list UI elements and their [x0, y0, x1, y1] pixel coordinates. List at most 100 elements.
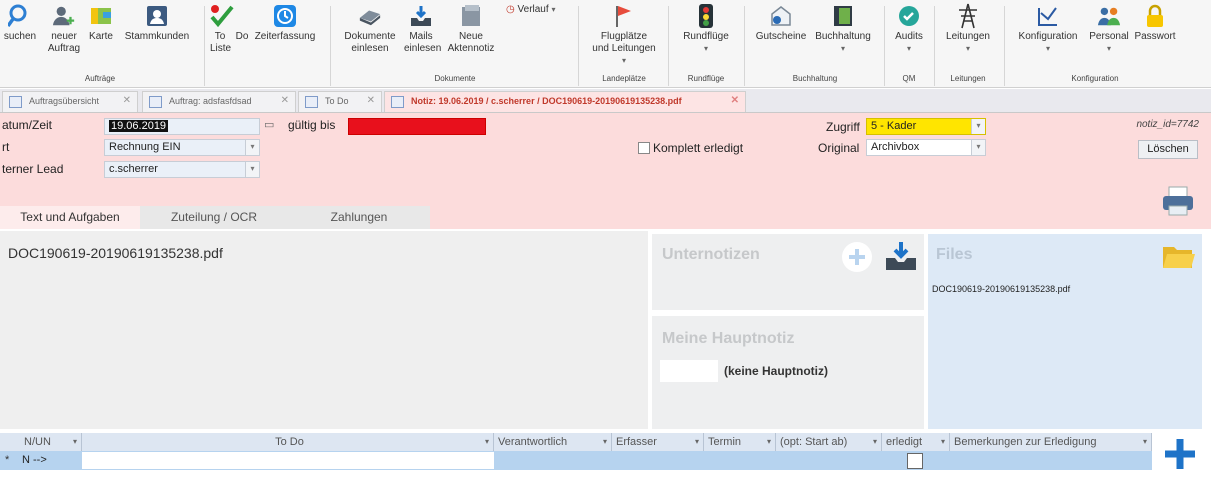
tab-notiz[interactable]: Notiz: 19.06.2019 / c.scherrer / DOC1906…	[384, 91, 746, 112]
files-title: Files	[936, 246, 973, 263]
mails-einlesen-button[interactable]: Mails einlesen	[404, 4, 441, 55]
close-icon[interactable]: ✕	[367, 95, 375, 106]
original-select[interactable]: Archivbox ▾	[866, 139, 986, 156]
tab-auftragsuebersicht[interactable]: Auftragsübersicht ✕	[2, 91, 138, 112]
todo-liste-button[interactable]: To Liste	[210, 4, 234, 55]
zugriff-select[interactable]: 5 - Kader ▾	[866, 118, 986, 135]
filter-dropdown-icon[interactable]: ▾	[1143, 433, 1147, 451]
column-header-nun[interactable]: N/UN ▾	[20, 433, 82, 451]
chevron-down-icon[interactable]: ▾	[971, 119, 985, 134]
people-icon	[1097, 4, 1121, 28]
leitungen-button[interactable]: Leitungen ▾	[940, 3, 996, 55]
column-header-erledigt[interactable]: erledigt ▾	[882, 433, 950, 451]
column-header-todo[interactable]: To Do ▾	[82, 433, 494, 451]
settings-chart-icon	[1036, 4, 1060, 28]
calendar-icon[interactable]: ▭	[264, 118, 274, 131]
hauptnotiz-swatch	[660, 360, 718, 382]
dokumente-einlesen-button[interactable]: Dokumente einlesen	[340, 4, 400, 55]
konfiguration-button[interactable]: Konfiguration ▾	[1012, 4, 1084, 55]
verlauf-button[interactable]: ◷ Verlauf ▾	[506, 4, 570, 16]
hauptnotiz-value: (keine Hauptnotiz)	[724, 364, 828, 378]
document-icon	[9, 96, 22, 108]
add-unternotiz-icon[interactable]	[842, 242, 872, 272]
gueltig-bis-field[interactable]	[348, 118, 486, 135]
close-icon[interactable]: ✕	[123, 95, 131, 106]
map-icon	[89, 4, 113, 28]
column-header-erfasser[interactable]: Erfasser ▾	[612, 433, 704, 451]
chevron-down-icon[interactable]: ▾	[971, 140, 985, 155]
passwort-button[interactable]: Passwort	[1132, 4, 1178, 43]
group-label-dokumente: Dokumente	[434, 74, 476, 83]
checkmark-icon	[210, 4, 234, 28]
close-icon[interactable]: ✕	[731, 95, 739, 106]
add-user-icon	[52, 4, 76, 28]
chevron-down-icon[interactable]: ▾	[245, 162, 259, 177]
column-header-termin[interactable]: Termin ▾	[704, 433, 776, 451]
gutscheine-button[interactable]: Gutscheine	[752, 4, 810, 43]
printer-icon[interactable]	[1160, 185, 1196, 217]
erledigt-checkbox[interactable]	[907, 453, 923, 469]
subtab-zahlungen[interactable]: Zahlungen	[288, 206, 430, 229]
personal-button[interactable]: Personal ▾	[1086, 4, 1132, 55]
ribbon-separator	[884, 6, 885, 86]
todo-cell-input[interactable]	[82, 452, 494, 469]
datum-field[interactable]: 19.06.2019	[104, 118, 260, 135]
zeiterfassung-button[interactable]: Zeiterfassung	[252, 4, 318, 43]
folder-open-icon[interactable]	[1162, 242, 1196, 272]
stammkunden-button[interactable]: Stammkunden	[118, 4, 196, 43]
audits-button[interactable]: Audits ▾	[890, 4, 928, 55]
filter-dropdown-icon[interactable]: ▾	[485, 433, 489, 451]
add-todo-icon[interactable]	[1162, 436, 1198, 472]
document-text-panel[interactable]: DOC190619-20190619135238.pdf	[0, 231, 648, 429]
traffic-light-icon	[694, 4, 718, 28]
ledger-book-icon	[831, 4, 855, 28]
komplett-erledigt-checkbox[interactable]	[638, 142, 650, 154]
file-list-item[interactable]: DOC190619-20190619135238.pdf	[932, 284, 1070, 294]
ribbon-separator	[744, 6, 745, 86]
contact-card-icon	[145, 4, 169, 28]
ribbon-separator	[668, 6, 669, 86]
chevron-down-icon[interactable]: ▾	[245, 140, 259, 155]
zugriff-label: Zugriff	[826, 120, 860, 134]
neue-aktennotiz-button[interactable]: Neue Aktennotiz	[438, 4, 504, 55]
komplett-erledigt-label: Komplett erledigt	[653, 141, 744, 155]
inbox-download-icon[interactable]	[884, 240, 918, 272]
tab-auftrag[interactable]: Auftrag: adsfasfdsad ✕	[142, 91, 296, 112]
art-select[interactable]: Rechnung EIN ▾	[104, 139, 260, 156]
flag-icon	[612, 4, 636, 28]
flugplaetze-button[interactable]: Flugplätze und Leitungen ▾	[586, 4, 662, 67]
column-header-start-ab[interactable]: (opt: Start ab) ▾	[776, 433, 882, 451]
karte-button[interactable]: Karte	[86, 4, 116, 43]
group-label-auftraege: Aufträge	[84, 74, 116, 83]
lead-select[interactable]: c.scherrer ▾	[104, 161, 260, 178]
unternotizen-panel: Unternotizen	[652, 234, 924, 310]
column-header-bemerkungen[interactable]: Bemerkungen zur Erledigung ▾	[950, 433, 1152, 451]
loeschen-button[interactable]: Löschen	[1138, 140, 1198, 159]
filter-dropdown-icon[interactable]: ▾	[941, 433, 945, 451]
column-header-verantwortlich[interactable]: Verantwortlich ▾	[494, 433, 612, 451]
todo-button[interactable]: Do	[232, 4, 252, 43]
art-label: rt	[2, 140, 10, 154]
neuer-auftrag-button[interactable]: neuer Auftrag	[44, 4, 84, 55]
filter-dropdown-icon[interactable]: ▾	[873, 433, 877, 451]
subtab-zuteilung-ocr[interactable]: Zuteilung / OCR	[140, 206, 288, 229]
filter-dropdown-icon[interactable]: ▾	[603, 433, 607, 451]
filter-dropdown-icon[interactable]: ▾	[767, 433, 771, 451]
rundfluege-button[interactable]: Rundflüge ▾	[676, 4, 736, 55]
unternotizen-title: Unternotizen	[662, 246, 760, 263]
table-row[interactable]: * N -->	[0, 451, 1152, 470]
filter-dropdown-icon[interactable]: ▾	[695, 433, 699, 451]
document-tabs: Auftragsübersicht ✕ Auftrag: adsfasfdsad…	[0, 89, 1211, 113]
filter-dropdown-icon[interactable]: ▾	[73, 433, 77, 451]
subtab-text-aufgaben[interactable]: Text und Aufgaben	[0, 206, 140, 229]
lead-label: terner Lead	[2, 162, 64, 176]
chevron-down-icon: ▾	[906, 44, 911, 53]
close-icon[interactable]: ✕	[281, 95, 289, 106]
datum-label: atum/Zeit	[2, 118, 53, 132]
buchhaltung-button[interactable]: Buchhaltung ▾	[810, 4, 876, 55]
suchen-button[interactable]: suchen	[2, 4, 38, 43]
lock-icon	[1143, 4, 1167, 28]
row-nun-value: N -->	[22, 454, 47, 466]
search-icon	[8, 4, 32, 28]
tab-todo[interactable]: To Do ✕	[298, 91, 382, 112]
